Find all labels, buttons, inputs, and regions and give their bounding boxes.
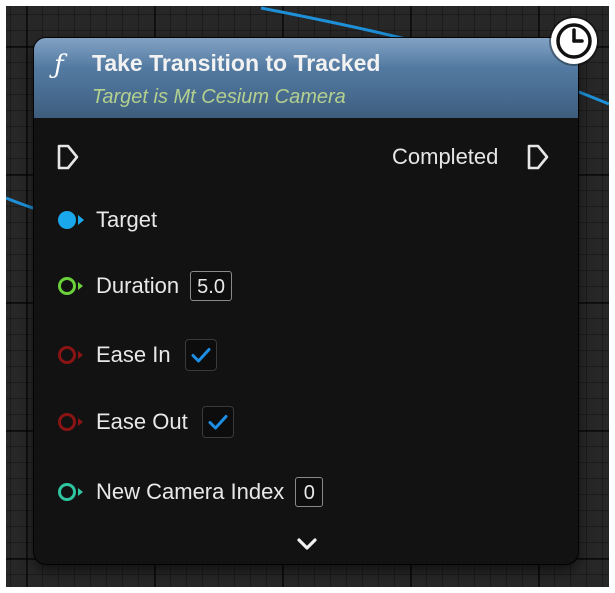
checkmark-icon (191, 348, 211, 363)
pin-row-new-camera-index[interactable]: New Camera Index 0 (56, 474, 324, 510)
clock-icon (551, 18, 597, 64)
new-camera-index-pin-icon[interactable] (56, 480, 90, 504)
function-icon: ƒ (54, 50, 64, 80)
duration-pin-icon[interactable] (56, 274, 90, 298)
pin-row-ease-in[interactable]: Ease In (56, 337, 217, 373)
duration-label: Duration (96, 273, 180, 298)
ease-in-pin-icon[interactable] (56, 343, 90, 367)
duration-input[interactable]: 5.0 (190, 271, 232, 301)
chevron-down-icon[interactable] (294, 534, 320, 554)
ease-out-label: Ease Out (96, 409, 188, 434)
ease-in-checkbox[interactable] (184, 339, 217, 371)
node-title: Take Transition to Tracked (92, 50, 381, 76)
blueprint-graph-canvas[interactable]: ƒ Take Transition to Tracked Target is M… (6, 6, 609, 587)
function-node[interactable]: ƒ Take Transition to Tracked Target is M… (34, 18, 597, 564)
new-camera-index-input[interactable]: 0 (295, 477, 324, 507)
ease-out-checkbox[interactable] (201, 406, 234, 438)
checkmark-icon (208, 415, 228, 430)
ease-in-label: Ease In (96, 342, 171, 367)
node-subtitle: Target is Mt Cesium Camera (92, 86, 346, 108)
target-pin-icon[interactable] (56, 208, 90, 232)
pin-row-ease-out[interactable]: Ease Out (56, 404, 234, 440)
pin-row-duration[interactable]: Duration 5.0 (56, 268, 232, 304)
exec-input-pin-icon[interactable] (56, 144, 80, 170)
exec-output-pin-icon[interactable] (526, 144, 550, 170)
node-header[interactable]: ƒ Take Transition to Tracked Target is M… (34, 38, 578, 118)
completed-label: Completed (392, 144, 499, 169)
pin-row-target[interactable]: Target (56, 202, 157, 238)
ease-out-pin-icon[interactable] (56, 410, 90, 434)
target-label: Target (96, 207, 158, 232)
new-camera-index-label: New Camera Index (96, 479, 285, 504)
